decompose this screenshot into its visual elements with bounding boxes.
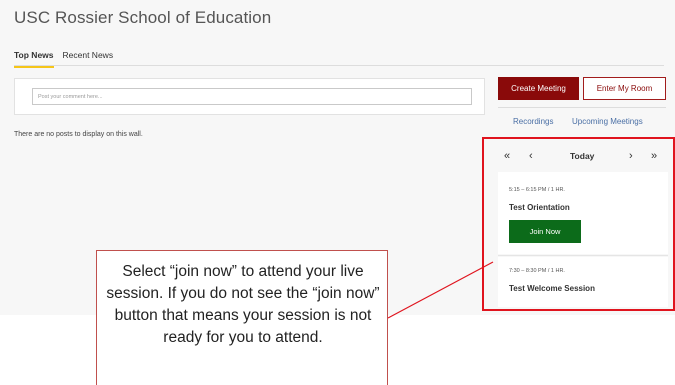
callout-text: Select “join now” to attend your live se…: [106, 263, 380, 346]
screenshot-stage: USC Rossier School of Education Top News…: [0, 0, 675, 385]
instruction-callout: Select “join now” to attend your live se…: [96, 250, 388, 385]
